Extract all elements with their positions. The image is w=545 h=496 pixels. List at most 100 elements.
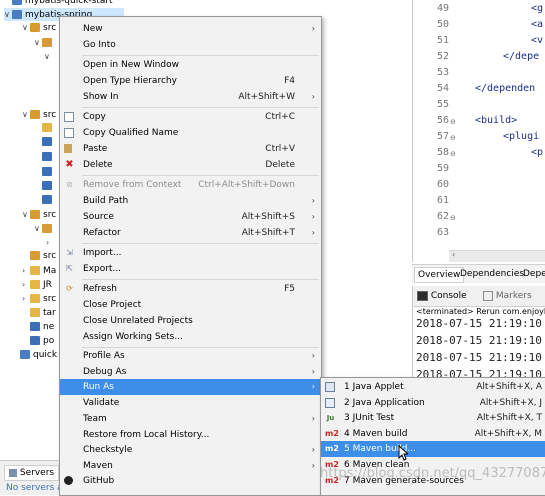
pom-editor[interactable]: 49 <g 50 <a 51 <v 52 </depe 53 54 </depe…	[412, 0, 545, 262]
tree-item-folder[interactable]	[42, 122, 55, 135]
tab-console[interactable]: Console	[417, 289, 467, 303]
tree-item-ne[interactable]: ne	[30, 321, 54, 334]
horizontal-scrollbar[interactable]: ‹	[449, 250, 545, 262]
menu-item-open-in-new-window[interactable]: Open in New Window	[60, 57, 321, 73]
tree-item-file[interactable]	[42, 194, 55, 207]
menu-item-validate[interactable]: Validate	[60, 395, 321, 411]
menu-item-restore-from-local-history[interactable]: Restore from Local History...	[60, 427, 321, 443]
submenu-arrow-icon: ›	[311, 367, 315, 376]
menu-item-checkstyle[interactable]: Checkstyle ›	[60, 442, 321, 458]
file-icon	[30, 322, 40, 331]
menu-item-debug-as[interactable]: Debug As ›	[60, 364, 321, 380]
file-icon	[42, 195, 52, 204]
menu-item-junit-test[interactable]: Ju 3 JUnit Test Alt+Shift+X, T	[321, 410, 545, 426]
menu-item-go-into[interactable]: Go Into	[60, 37, 321, 53]
menu-item-import[interactable]: ⇲ Import...	[60, 245, 321, 261]
menu-item-java-application[interactable]: 2 Java Application Alt+Shift+X, J	[321, 395, 545, 411]
menu-item-assign-working-sets[interactable]: Assign Working Sets...	[60, 329, 321, 345]
folder-icon	[42, 123, 52, 132]
menu-item-refactor[interactable]: Refactor Alt+Shift+T ›	[60, 225, 321, 241]
file-icon	[42, 167, 52, 176]
code-line: <plugi	[503, 131, 540, 142]
tab-servers[interactable]: Servers	[4, 465, 60, 481]
code-line: <a	[531, 19, 544, 30]
menu-item-open-type-hierarchy[interactable]: Open Type Hierarchy F4	[60, 73, 321, 89]
menu-item-copy-qualified-name[interactable]: Copy Qualified Name	[60, 125, 321, 141]
submenu-arrow-icon: ›	[311, 92, 315, 101]
tree-item-mybatis-quick-start[interactable]: mybatis-quick-start	[12, 0, 113, 8]
maven-icon: m2	[325, 429, 339, 438]
tree-item-src[interactable]: ∨ src	[22, 21, 56, 34]
menu-item-remove-from-context: ⊘ Remove from Context Ctrl+Alt+Shift+Down	[60, 177, 321, 193]
copy-icon	[64, 112, 74, 122]
watermark: https://blog.csdn.net/qq_43277087	[320, 466, 545, 481]
tree-item-src-5[interactable]: › src	[22, 292, 56, 305]
submenu-arrow-icon: ›	[311, 228, 315, 237]
console-tab-bar: Console Markers	[413, 286, 545, 307]
menu-item-profile-as[interactable]: Profile As ›	[60, 348, 321, 364]
menu-separator	[82, 279, 319, 280]
menu-item-source[interactable]: Source Alt+Shift+S ›	[60, 209, 321, 225]
refresh-icon: ⟳	[66, 284, 73, 293]
file-icon	[42, 137, 52, 146]
tab-dependencies[interactable]: Dependencies	[457, 267, 527, 281]
menu-item-build-path[interactable]: Build Path ›	[60, 193, 321, 209]
menu-item-refresh[interactable]: ⟳ Refresh F5	[60, 281, 321, 297]
no-servers-link[interactable]: No servers a	[6, 483, 63, 493]
tab-dependency-hierarchy[interactable]: Depe	[520, 267, 545, 281]
tree-item-file[interactable]	[42, 136, 55, 149]
console-line: 2018-07-15 21:19:10	[416, 317, 542, 330]
tree-item-file[interactable]	[42, 151, 55, 164]
tree-item-maven-deps[interactable]: › Ma	[22, 264, 56, 277]
menu-item-java-applet[interactable]: 1 Java Applet Alt+Shift+X, A	[321, 379, 545, 395]
tree-item-target[interactable]: tar	[30, 307, 56, 320]
tree-item-pom[interactable]: po	[30, 335, 54, 348]
menu-item-github[interactable]: GitHub	[60, 473, 321, 489]
menu-item-paste[interactable]: Paste Ctrl+V	[60, 141, 321, 157]
console-icon	[417, 290, 428, 301]
fold-icon[interactable]: ⊖	[450, 134, 456, 142]
tree-item-child[interactable]: ∨	[44, 50, 52, 63]
line-number: 49	[436, 3, 449, 14]
tree-item-src-2[interactable]: ∨ src	[22, 108, 56, 121]
menu-item-close-project[interactable]: Close Project	[60, 297, 321, 313]
tree-item-file[interactable]	[42, 166, 55, 179]
menu-item-show-in[interactable]: Show In Alt+Shift+W ›	[60, 89, 321, 105]
tree-item-src-3[interactable]: ∨ src	[22, 208, 56, 221]
mouse-cursor-icon	[398, 445, 408, 461]
tree-item-package[interactable]: ∨	[34, 36, 55, 49]
tree-item-file[interactable]	[42, 180, 55, 193]
line-number: 62	[436, 211, 449, 222]
menu-item-close-unrelated-projects[interactable]: Close Unrelated Projects	[60, 313, 321, 329]
menu-item-new[interactable]: New ›	[60, 21, 321, 37]
fold-icon[interactable]: ⊖	[450, 150, 456, 158]
source-folder-icon	[30, 110, 40, 119]
expand-icon[interactable]: ∨	[4, 8, 12, 21]
menu-item-team[interactable]: Team ›	[60, 411, 321, 427]
export-icon: ⇱	[66, 264, 73, 273]
menu-item-delete[interactable]: ✖ Delete Delete	[60, 157, 321, 173]
submenu-arrow-icon: ›	[311, 196, 315, 205]
menu-item-run-as[interactable]: Run As ›	[60, 379, 321, 395]
java-application-icon	[325, 398, 335, 408]
tree-item-jre[interactable]: › JR	[22, 278, 52, 291]
tree-item-child[interactable]: ›	[46, 236, 54, 249]
submenu-arrow-icon: ›	[311, 351, 315, 360]
line-number: 60	[436, 179, 449, 190]
menu-item-maven[interactable]: Maven ›	[60, 458, 321, 474]
line-number: 52	[436, 51, 449, 62]
fold-icon[interactable]: ⊖	[450, 214, 456, 222]
menu-item-maven-build[interactable]: m2 4 Maven build Alt+Shift+X, M	[321, 426, 545, 442]
folder-icon	[30, 294, 40, 303]
tree-item-quick[interactable]: quick	[20, 349, 57, 362]
tab-markers[interactable]: Markers	[483, 289, 532, 303]
source-folder-icon	[30, 23, 40, 32]
menu-item-copy[interactable]: Copy Ctrl+C	[60, 109, 321, 125]
fold-icon[interactable]: ⊖	[450, 118, 456, 126]
file-icon	[42, 152, 52, 161]
tree-item-src-4[interactable]: src	[30, 250, 56, 263]
scroll-left-icon[interactable]: ‹	[452, 250, 455, 259]
menu-item-maven-build-dialog[interactable]: m2 5 Maven build...	[321, 441, 545, 457]
menu-item-export[interactable]: ⇱ Export...	[60, 261, 321, 277]
tree-item-package[interactable]: ∨	[34, 222, 55, 235]
